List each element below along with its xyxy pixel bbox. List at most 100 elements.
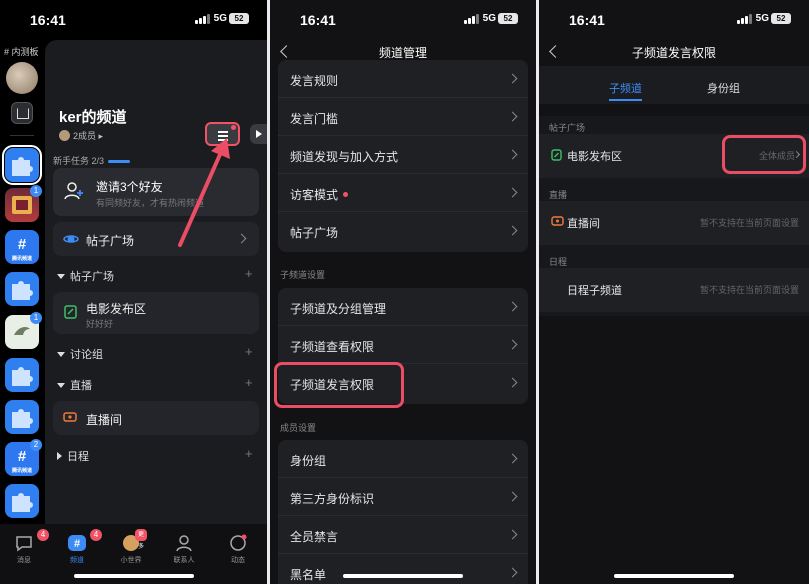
user-avatar[interactable]	[6, 62, 38, 94]
home-indicator	[73, 574, 194, 578]
channel-icon[interactable]	[5, 400, 39, 434]
invite-friends-card[interactable]: 邀请3个好友 有同频好友，才有热闹频道	[53, 168, 259, 216]
invite-subtitle: 有同频好友，才有热闹频道	[96, 198, 205, 208]
status-time: 16:41	[30, 12, 66, 28]
chevron-right-icon	[507, 111, 518, 122]
tab-subchannel[interactable]: 子频道	[609, 80, 642, 101]
channel-title[interactable]: ker的频道	[59, 106, 127, 127]
add-channel-icon[interactable]: +	[245, 344, 253, 359]
add-channel-icon[interactable]: +	[245, 446, 253, 461]
contact-icon	[176, 535, 192, 552]
new-dot-icon	[343, 192, 349, 197]
channel-item-movie[interactable]: 电影发布区 好好好	[53, 292, 259, 334]
rail-divider	[10, 135, 34, 136]
setting-role-groups[interactable]: 身份组	[278, 440, 528, 478]
highlight-box	[274, 362, 404, 408]
setting-speech-rules[interactable]: 发言规则	[278, 60, 528, 98]
tab-role-group[interactable]: 身份组	[707, 80, 740, 96]
puzzle-icon	[12, 281, 33, 300]
permission-row-schedule[interactable]: 日程子频道 暂不支持在当前页面设置	[539, 268, 809, 312]
group-header-schedule[interactable]: 日程	[57, 448, 89, 464]
section-header-schedule: 日程	[549, 257, 568, 267]
page-title: 频道管理	[378, 46, 427, 60]
tab-contacts[interactable]: 联系人	[164, 534, 204, 565]
forum-square-entry[interactable]: 帖子广场	[53, 222, 259, 256]
bottom-tab-bar: 4 消息 #4 频道 更多 小世界 联系人 动态	[0, 524, 267, 584]
channel-item-live[interactable]: 直播间	[53, 401, 259, 435]
newbie-task[interactable]: 新手任务 2/3	[53, 154, 131, 167]
status-time: 16:41	[300, 12, 336, 28]
group-header-live[interactable]: 直播	[57, 377, 92, 393]
signal-icon	[195, 14, 210, 24]
channel-icon[interactable]	[5, 272, 39, 306]
member-avatar	[59, 130, 70, 141]
highlight-box	[722, 135, 806, 174]
setting-subchannel-view-permission[interactable]: 子频道查看权限	[278, 326, 528, 364]
signal-icon	[737, 14, 752, 24]
chevron-right-icon	[507, 453, 518, 464]
channel-menu-button[interactable]	[205, 122, 240, 146]
section-header-member: 成员设置	[280, 423, 317, 433]
rail-label: # 内测板	[4, 47, 39, 57]
status-time: 16:41	[569, 12, 605, 28]
tab-small-world[interactable]: 更多 小世界	[111, 529, 151, 565]
setting-speech-threshold[interactable]: 发言门槛	[278, 98, 528, 136]
chevron-right-icon	[507, 491, 518, 502]
segment-tabs: 子频道 身份组	[539, 66, 809, 106]
home-indicator	[343, 574, 463, 578]
live-camera-icon	[551, 216, 564, 226]
chevron-right-icon	[507, 225, 518, 236]
live-camera-icon	[63, 412, 77, 422]
status-bar: 16:41 5G 52	[270, 0, 536, 40]
setting-third-party-identity[interactable]: 第三方身份标识	[278, 478, 528, 516]
home-icon[interactable]	[11, 102, 33, 124]
svg-text:#: #	[74, 538, 80, 550]
channel-icon[interactable]	[5, 484, 39, 518]
network-label: 5G	[213, 13, 227, 24]
activity-icon	[230, 534, 247, 551]
tab-channels[interactable]: #4 频道	[57, 529, 102, 565]
setting-forum-square[interactable]: 帖子广场	[278, 212, 528, 250]
home-indicator	[614, 574, 734, 578]
status-bar: 16:41 5G 52	[539, 0, 809, 40]
chevron-right-icon	[236, 233, 247, 244]
channel-icon-tencent[interactable]: # 腾讯频道	[5, 230, 39, 264]
group-header-discussion[interactable]: 讨论组	[57, 346, 103, 362]
expand-arrow-icon[interactable]	[250, 124, 267, 144]
rail-badge: 2	[30, 439, 42, 451]
section-header-live: 直播	[549, 190, 568, 200]
puzzle-icon	[12, 493, 33, 512]
member-count[interactable]: 2成员 ▸	[59, 129, 103, 142]
setting-blacklist[interactable]: 黑名单	[278, 554, 528, 584]
setting-mute-all[interactable]: 全员禁言	[278, 516, 528, 554]
permission-row-live[interactable]: 直播间 暂不支持在当前页面设置	[539, 201, 809, 245]
settings-card-general: 发言规则 发言门槛 频道发现与加入方式 访客模式 帖子广场	[278, 60, 528, 252]
add-channel-icon[interactable]: +	[245, 266, 253, 281]
permission-value: 暂不支持在当前页面设置	[699, 218, 799, 228]
setting-visitor-mode[interactable]: 访客模式	[278, 174, 528, 212]
channel-panel: ker的频道 2成员 ▸ 新手任务 2/3 邀请3个好友 有同频好友，才有热闹频…	[45, 40, 267, 524]
channel-management-screen: 16:41 5G 52 频道管理 发言规则 发言门槛 频道发现与加入方式 访客模…	[270, 0, 536, 584]
channel-icon-selected[interactable]	[2, 145, 42, 185]
tab-activity[interactable]: 动态	[218, 534, 258, 565]
battery-icon: 52	[771, 13, 791, 24]
permission-value: 暂不支持在当前页面设置	[699, 285, 799, 295]
add-person-icon	[64, 182, 83, 200]
chevron-right-icon	[507, 339, 518, 350]
network-label: 5G	[755, 13, 769, 24]
channel-rail: # 内测板 1 # 腾讯频道 1 # 腾讯频道 2	[0, 40, 45, 584]
chevron-right-icon	[507, 301, 518, 312]
planet-icon	[63, 235, 79, 243]
setting-discovery-join[interactable]: 频道发现与加入方式	[278, 136, 528, 174]
setting-subchannel-groups[interactable]: 子频道及分组管理	[278, 288, 528, 326]
add-channel-icon[interactable]: +	[245, 375, 253, 390]
group-header-forum[interactable]: 帖子广场	[57, 268, 114, 284]
settings-card-member: 身份组 第三方身份标识 全员禁言 黑名单	[278, 440, 528, 584]
post-icon	[64, 305, 77, 319]
puzzle-icon	[12, 157, 33, 176]
rail-badge: 1	[30, 312, 42, 324]
channel-icon[interactable]	[5, 358, 39, 392]
invite-title: 邀请3个好友	[96, 180, 163, 194]
post-icon	[551, 149, 562, 161]
tab-messages[interactable]: 4 消息	[4, 529, 49, 565]
